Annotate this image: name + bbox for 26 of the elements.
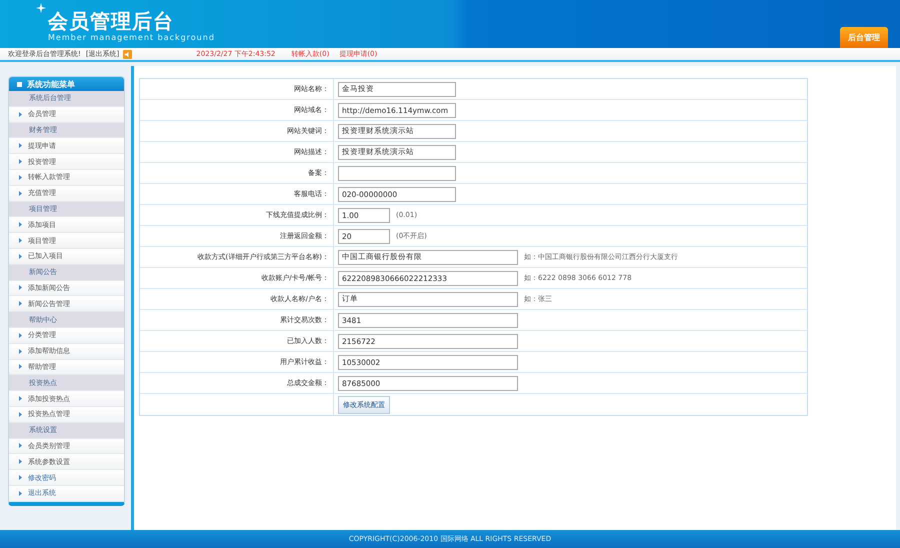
- chevron-icon: [19, 475, 22, 480]
- chevron-icon: [19, 412, 22, 417]
- chevron-icon: [19, 348, 22, 354]
- chevron-icon: [19, 459, 22, 464]
- input-field[interactable]: [338, 166, 456, 180]
- chevron-icon: [19, 301, 22, 306]
- chevron-icon: [19, 443, 22, 448]
- chevron-icon: [19, 285, 22, 290]
- site-subtitle: Member management background: [48, 33, 215, 43]
- sidebar-title: 系统功能菜单: [27, 78, 75, 90]
- chevron-icon: [19, 222, 22, 228]
- chevron-icon: [19, 238, 22, 244]
- chevron-icon: [19, 190, 22, 196]
- chevron-icon: [19, 396, 22, 402]
- chevron-icon: [19, 174, 22, 180]
- chevron-icon: [19, 143, 22, 148]
- chevron-icon: [19, 112, 22, 117]
- chevron-icon: [19, 364, 22, 370]
- speaker-icon[interactable]: [123, 50, 132, 58]
- chevron-icon: [19, 254, 22, 259]
- chevron-icon: [19, 332, 22, 338]
- site-title: 会员管理后台: [48, 9, 175, 33]
- chevron-icon: [19, 159, 22, 164]
- square-icon: [17, 82, 22, 86]
- chevron-icon: [19, 490, 22, 496]
- sparkle-icon: [36, 3, 46, 13]
